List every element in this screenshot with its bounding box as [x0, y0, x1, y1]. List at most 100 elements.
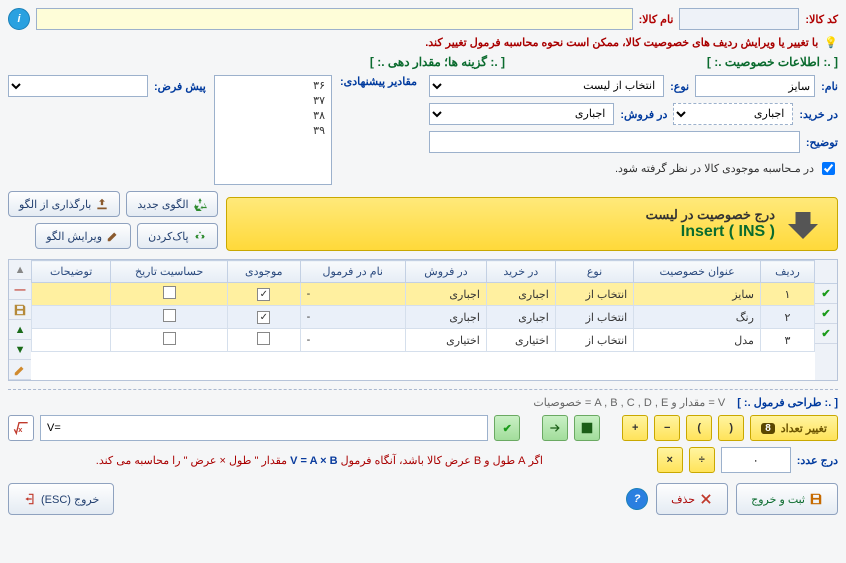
formula-hint-post: مقدار " طول × عرض " را محاسبه می کند. — [96, 455, 287, 467]
col-title[interactable]: عنوان خصوصیت — [634, 261, 761, 283]
col-inv[interactable]: موجودی — [227, 261, 300, 283]
inventory-checkbox[interactable] — [822, 162, 835, 175]
pencil-icon — [106, 229, 120, 243]
col-desc[interactable]: توضیحات — [32, 261, 111, 283]
move-down-tool[interactable]: ▼ — [9, 340, 31, 360]
col-sell[interactable]: در فروش — [406, 261, 487, 283]
floppy-icon — [809, 492, 823, 506]
product-name-input[interactable] — [36, 8, 633, 30]
insert-num-input[interactable] — [721, 447, 791, 473]
edit-pattern-label: ویرایش الگو — [46, 230, 102, 243]
paren-open-button[interactable]: ( — [718, 415, 744, 441]
exit-label: خروج (ESC) — [41, 493, 99, 506]
formula-arrow-button[interactable] — [542, 415, 568, 441]
list-item[interactable]: ۳۶ — [219, 78, 327, 93]
plus-button[interactable]: + — [622, 415, 648, 441]
table-row[interactable]: ۱سایزانتخاب ازاجباریاجباری- — [32, 283, 815, 306]
move-up-tool[interactable]: ▲ — [9, 320, 31, 340]
change-count-button[interactable]: تغییر تعداد 8 — [750, 415, 838, 441]
spec-sell-label: در فروش: — [620, 108, 667, 121]
arrow-right-icon — [548, 421, 562, 435]
upload-icon — [95, 197, 109, 211]
spec-name-input[interactable] — [695, 75, 815, 97]
col-type[interactable]: نوع — [555, 261, 633, 283]
recycle-icon — [193, 229, 207, 243]
specs-section-title: [ .: اطلاعات خصوصیت .: ] — [707, 55, 838, 69]
edit-row-tool[interactable] — [9, 360, 31, 380]
default-label: پیش فرض: — [154, 80, 206, 93]
col-buy[interactable]: در خرید — [486, 261, 555, 283]
delete-button[interactable]: حذف — [656, 483, 728, 515]
recycle-icon — [193, 197, 207, 211]
formula-func-button[interactable]: x — [8, 415, 34, 441]
exit-button[interactable]: خروج (ESC) — [8, 483, 114, 515]
clear-label: پاک‌کردن — [148, 230, 189, 243]
insert-label-2: Insert ( INS ) — [646, 223, 775, 241]
spec-desc-input[interactable] — [429, 131, 800, 153]
save-row-tool[interactable] — [9, 300, 31, 320]
door-exit-icon — [23, 492, 37, 506]
floppy-icon — [13, 303, 27, 317]
save-exit-label: ثبت و خروج — [751, 493, 805, 506]
insert-button[interactable]: درج خصوصیت در لیست Insert ( INS ) — [226, 197, 838, 251]
list-item[interactable]: ۳۹ — [219, 123, 327, 138]
suggest-label: مقادیر پیشنهادی: — [340, 75, 417, 88]
bulb-icon: 💡 — [824, 36, 838, 49]
col-row[interactable]: ردیف — [760, 261, 814, 283]
spec-desc-label: توضیح: — [806, 136, 838, 149]
specs-grid[interactable]: ردیف عنوان خصوصیت نوع در خرید در فروش نا… — [31, 260, 815, 380]
grid-side-toolbar: ▲ — ▲ ▼ — [9, 260, 31, 380]
row-ok-icon: ✔ — [815, 324, 837, 344]
insert-num-label: درج عدد: — [797, 454, 838, 467]
spec-type-label: نوع: — [670, 80, 689, 93]
save-exit-button[interactable]: ثبت و خروج — [736, 483, 838, 515]
formula-input[interactable] — [40, 415, 488, 441]
spec-buy-label: در خرید: — [799, 108, 838, 121]
inventory-checkbox-label: در مـحاسبه موجودی کالا در نظر گرفته شود. — [615, 162, 814, 175]
table-row[interactable]: ۲رنگانتخاب ازاجباریاجباری- — [32, 306, 815, 329]
col-date[interactable]: حساسیت تاریخ — [111, 261, 228, 283]
divide-button[interactable]: ÷ — [689, 447, 715, 473]
paren-close-button[interactable]: ) — [686, 415, 712, 441]
formula-check-button[interactable]: ✔ — [494, 415, 520, 441]
delete-label: حذف — [671, 493, 695, 506]
pencil-icon — [13, 363, 27, 377]
edit-pattern-button[interactable]: ویرایش الگو — [35, 223, 131, 249]
pencil-square-icon — [580, 421, 594, 435]
spec-type-select[interactable]: انتخاب از لیست — [429, 75, 664, 97]
spec-name-label: نام: — [821, 80, 838, 93]
sqrt-x-icon: x — [13, 420, 29, 436]
list-item[interactable]: ۳۸ — [219, 108, 327, 123]
scroll-up-tool[interactable]: ▲ — [9, 260, 31, 280]
suggest-values-list[interactable]: ۳۶ ۳۷ ۳۸ ۳۹ — [214, 75, 332, 185]
clear-button[interactable]: پاک‌کردن — [137, 223, 218, 249]
formula-hint-pre: اگر A طول و B عرض کالا باشد، آنگاه فرمول — [341, 455, 543, 467]
new-pattern-button[interactable]: الگوی جدید — [126, 191, 217, 217]
load-pattern-label: بارگذاری از الگو — [19, 198, 91, 211]
options-section-title: [ .: گزینه ها؛ مقدار دهی .: ] — [370, 55, 505, 69]
arrow-down-icon — [785, 206, 821, 242]
help-icon[interactable]: ? — [626, 488, 648, 510]
row-ok-icon: ✔ — [815, 304, 837, 324]
multiply-button[interactable]: × — [657, 447, 683, 473]
delete-row-tool[interactable]: — — [9, 280, 31, 300]
minus-button[interactable]: − — [654, 415, 680, 441]
formula-legend: V = مقدار و A , B , C , D , E = خصوصیات — [533, 396, 725, 409]
load-pattern-button[interactable]: بارگذاری از الگو — [8, 191, 120, 217]
new-pattern-label: الگوی جدید — [137, 198, 188, 211]
change-count-label: تغییر تعداد — [781, 422, 827, 435]
spec-buy-select[interactable]: اجباری — [673, 103, 793, 125]
col-fname[interactable]: نام در فرمول — [300, 261, 405, 283]
table-row[interactable]: ۳مدلانتخاب ازاختیاریاختیاری- — [32, 329, 815, 352]
tip-text: با تغییر یا ویرایش ردیف های خصوصیت کالا،… — [425, 36, 818, 49]
formula-edit-button[interactable] — [574, 415, 600, 441]
product-code-input[interactable] — [679, 8, 799, 30]
info-icon[interactable]: i — [8, 8, 30, 30]
product-code-label: کد کالا: — [805, 13, 838, 26]
formula-hint-formula: V = A × B — [290, 455, 337, 467]
insert-label-1: درج خصوصیت در لیست — [646, 207, 775, 223]
list-item[interactable]: ۳۷ — [219, 93, 327, 108]
spec-sell-select[interactable]: اجباری — [429, 103, 614, 125]
default-select[interactable] — [8, 75, 148, 97]
svg-text:x: x — [18, 425, 23, 434]
